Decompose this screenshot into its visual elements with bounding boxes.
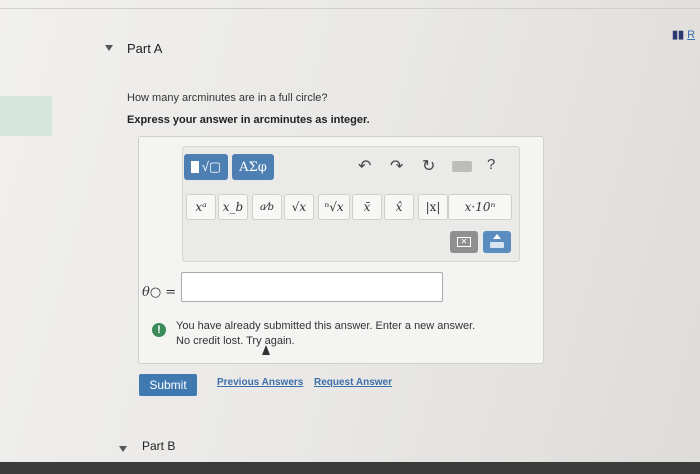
alert-line-1: You have already submitted this answer. … — [176, 320, 476, 332]
template-block-icon — [190, 161, 199, 173]
corner-badge[interactable]: ▮▮ R — [672, 28, 695, 41]
part-a-label[interactable]: Part A — [127, 41, 162, 56]
unit-vector-button[interactable]: x̂ — [384, 194, 414, 220]
submit-button[interactable]: Submit — [139, 374, 197, 396]
keyboard-icon — [490, 242, 504, 248]
part-a-collapse-caret-icon[interactable] — [105, 45, 113, 51]
fraction-button[interactable]: a⁄b — [252, 194, 282, 220]
superscript-button[interactable]: xᵃ — [186, 194, 216, 220]
keyboard-shortcuts-icon[interactable] — [452, 161, 472, 172]
nth-root-button[interactable]: ⁿ√x — [318, 194, 350, 220]
top-divider — [0, 8, 700, 9]
undo-icon[interactable]: ↶ — [358, 156, 371, 176]
answer-input[interactable] — [181, 272, 443, 302]
request-answer-link[interactable]: Request Answer — [314, 377, 392, 388]
delete-button[interactable]: ✕ — [450, 231, 478, 253]
mouse-cursor-icon — [262, 345, 270, 355]
answer-variable-label: θ○ = — [142, 285, 177, 300]
part-b-collapse-caret-icon[interactable] — [119, 446, 127, 452]
help-icon[interactable]: ? — [487, 156, 495, 173]
badge-bars-icon: ▮▮ — [672, 29, 685, 41]
subscript-button[interactable]: x_b — [218, 194, 248, 220]
reset-icon[interactable]: ↻ — [422, 156, 435, 176]
previous-answers-link[interactable]: Previous Answers — [217, 377, 303, 388]
chevron-up-icon — [493, 234, 501, 239]
templates-radical-icon: √▢ — [201, 159, 222, 174]
answer-instruction: Express your answer in arcminutes as int… — [127, 114, 370, 126]
templates-button[interactable]: √▢ — [184, 154, 228, 180]
badge-link[interactable]: R — [687, 29, 695, 41]
question-prompt: How many arcminutes are in a full circle… — [127, 92, 328, 104]
greek-symbols-button[interactable]: ΑΣφ — [232, 154, 274, 180]
vector-button[interactable]: x̄ — [352, 194, 382, 220]
square-root-button[interactable]: √x — [284, 194, 314, 220]
keyboard-toggle-button[interactable] — [483, 231, 511, 253]
delete-icon: ✕ — [457, 237, 471, 247]
redo-icon[interactable]: ↷ — [390, 156, 403, 176]
left-highlight-strip — [0, 96, 52, 136]
alert-icon: ! — [152, 323, 166, 337]
bottom-bezel — [0, 462, 700, 474]
alert-message: You have already submitted this answer. … — [176, 319, 516, 349]
alert-line-2: No credit lost. Try again. — [176, 335, 295, 347]
absolute-value-button[interactable]: |x| — [418, 194, 448, 220]
scientific-notation-button[interactable]: x·10ⁿ — [448, 194, 512, 220]
part-b-label[interactable]: Part B — [142, 439, 175, 453]
